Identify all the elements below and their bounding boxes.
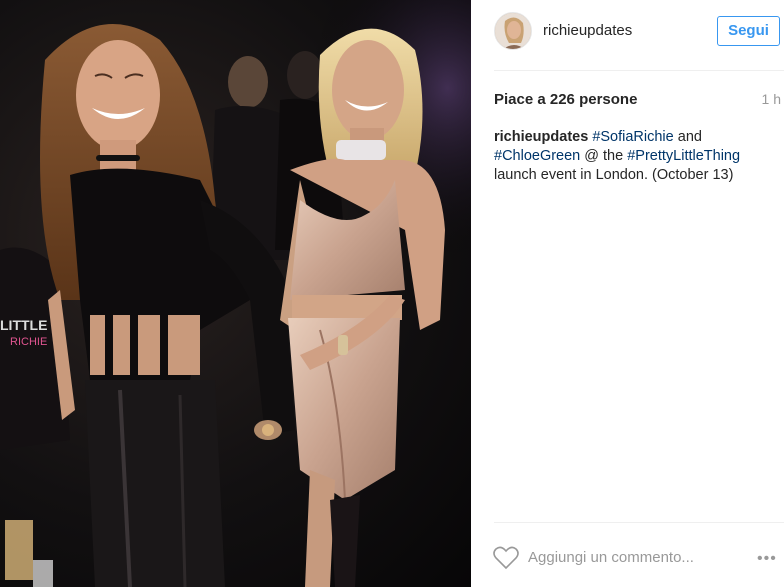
comment-input[interactable] bbox=[528, 547, 728, 567]
post-time[interactable]: 1 h bbox=[762, 91, 781, 107]
avatar[interactable] bbox=[494, 12, 532, 50]
post-photo[interactable]: LITTLE RICHIE bbox=[0, 0, 471, 587]
post-header: richieupdates Segui bbox=[471, 0, 784, 70]
svg-text:RICHIE: RICHIE bbox=[10, 336, 47, 348]
caption-text: and bbox=[673, 129, 702, 145]
hashtag-link[interactable]: #ChloeGreen bbox=[494, 148, 580, 164]
post-side-panel: richieupdates Segui Piace a 226 persone … bbox=[471, 0, 784, 587]
divider bbox=[494, 70, 784, 71]
svg-text:LITTLE: LITTLE bbox=[0, 317, 47, 333]
comment-bar: ••• bbox=[471, 522, 784, 587]
username[interactable]: richieupdates bbox=[543, 22, 632, 39]
caption-username[interactable]: richieupdates bbox=[494, 129, 588, 145]
follow-button[interactable]: Segui bbox=[717, 16, 780, 46]
caption-text: launch event in London. (October 13) bbox=[494, 167, 734, 183]
hashtag-link[interactable]: #PrettyLittleThing bbox=[627, 148, 740, 164]
more-options-icon[interactable]: ••• bbox=[757, 550, 777, 568]
caption-text: @ the bbox=[580, 148, 628, 164]
caption: richieupdates #SofiaRichie and #ChloeGre… bbox=[494, 128, 759, 185]
heart-icon[interactable] bbox=[493, 546, 519, 570]
likes-count[interactable]: Piace a 226 persone bbox=[494, 91, 637, 108]
hashtag-link[interactable]: #SofiaRichie bbox=[592, 129, 673, 145]
